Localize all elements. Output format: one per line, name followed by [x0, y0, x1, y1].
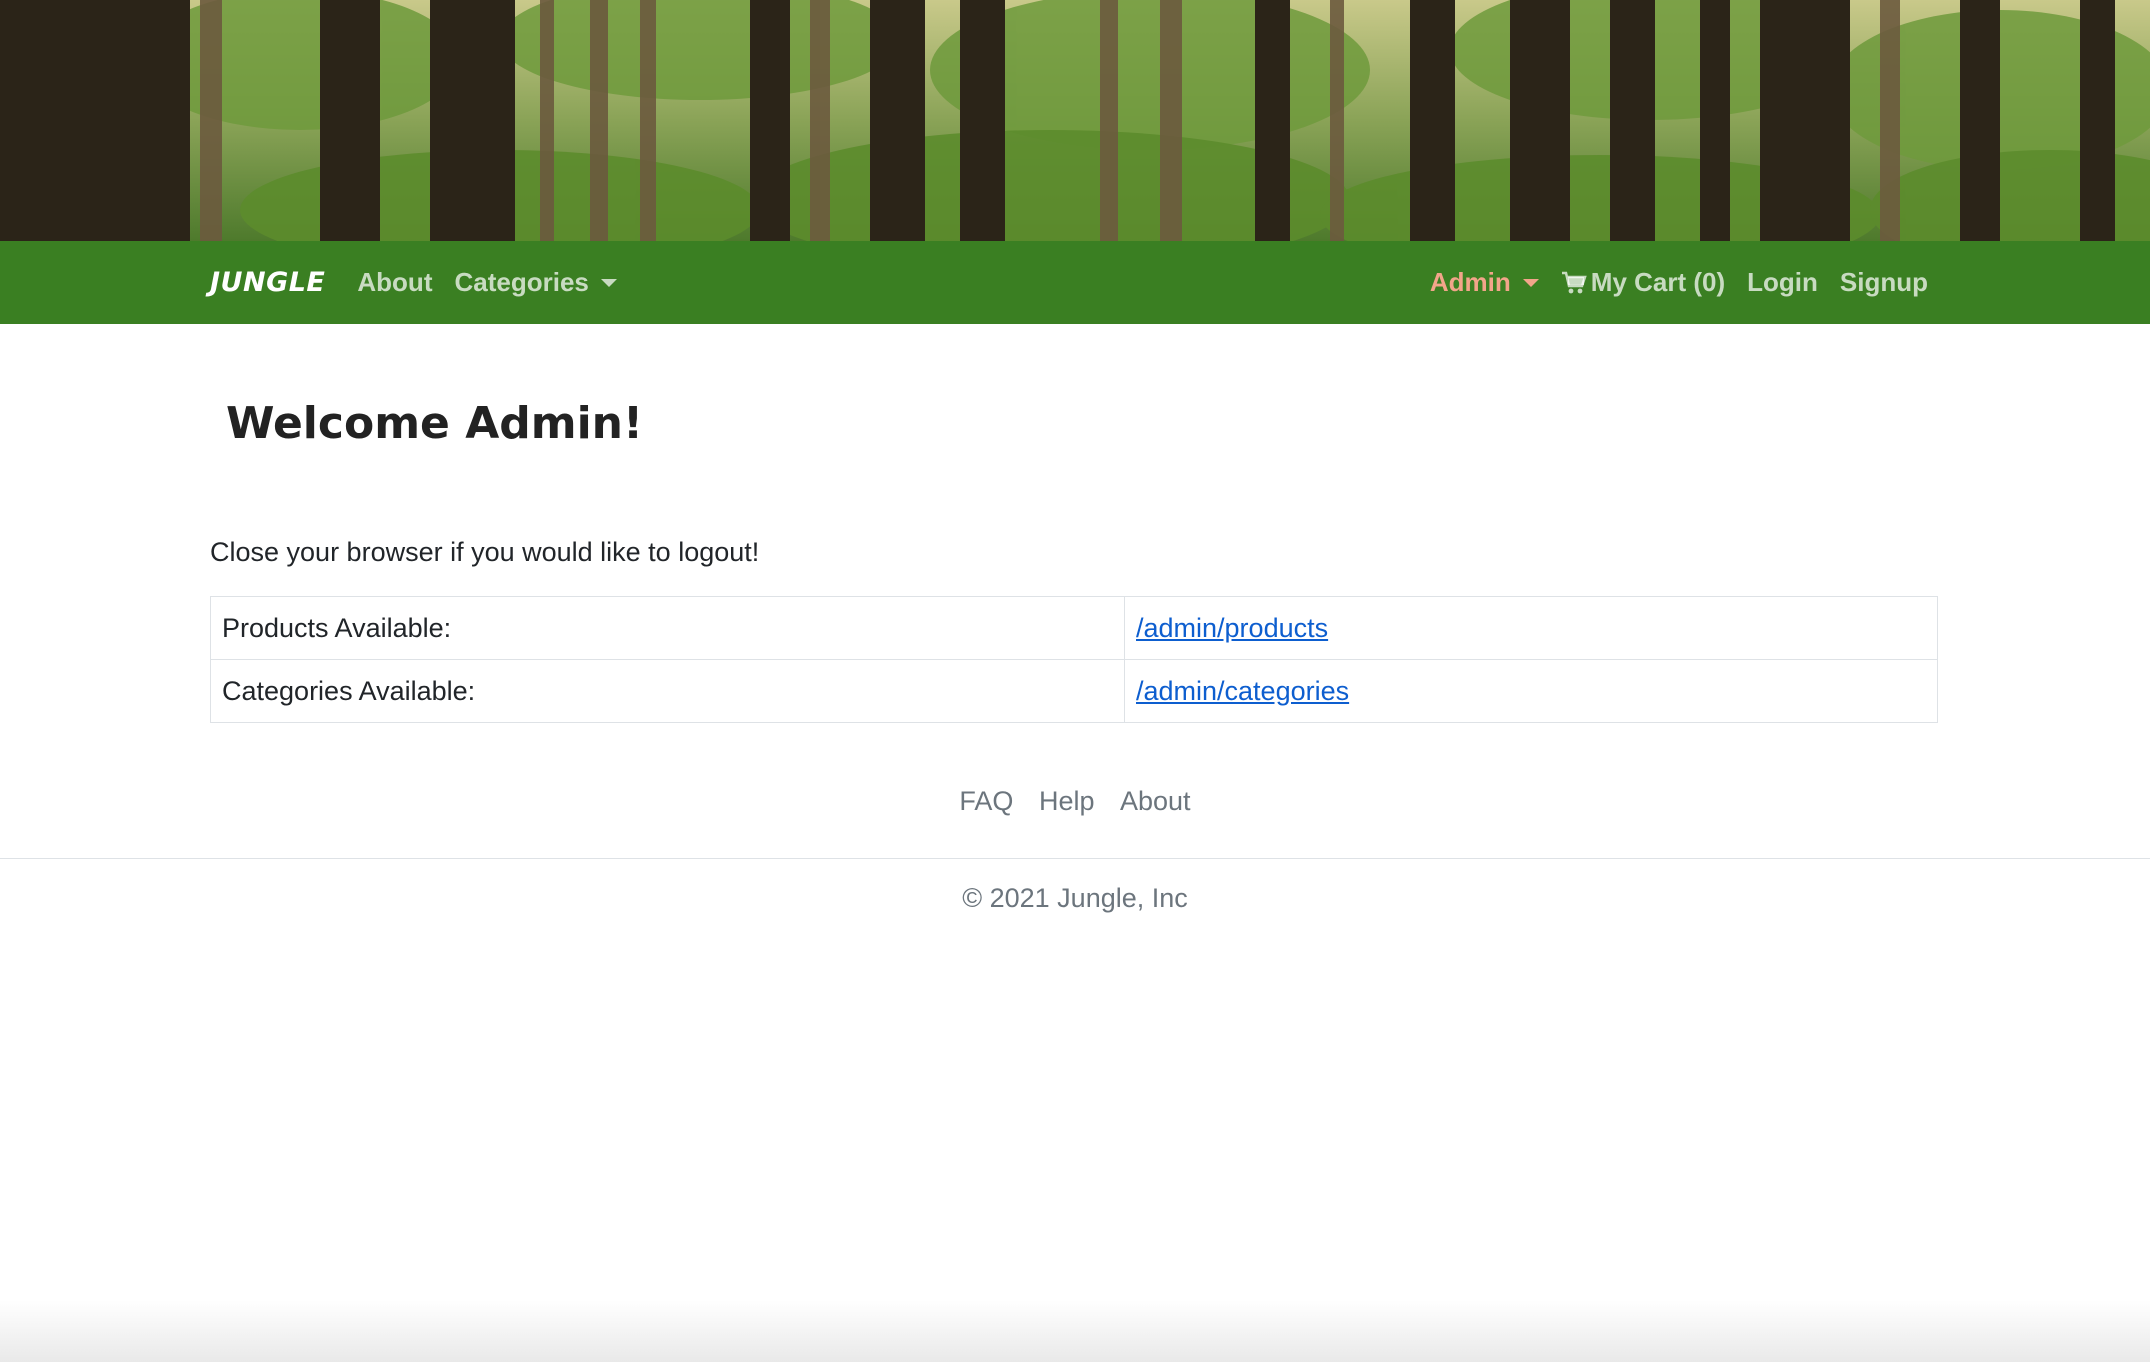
nav-about-link[interactable]: About: [357, 267, 432, 298]
nav-signup-link[interactable]: Signup: [1840, 267, 1928, 298]
nav-categories-label: Categories: [454, 267, 589, 297]
row-label: Categories Available:: [210, 659, 1125, 723]
hero-banner: [0, 0, 2150, 241]
admin-links-table: Products Available: /admin/products Cate…: [210, 596, 1938, 723]
row-link-cell: /admin/categories: [1124, 659, 1938, 723]
admin-categories-link[interactable]: /admin/categories: [1136, 676, 1349, 706]
footer-help-link[interactable]: Help: [1039, 786, 1095, 816]
footer-about-link[interactable]: About: [1120, 786, 1191, 816]
navbar-right: Admin My Cart (0) Login Signup: [1408, 241, 1928, 324]
forest-banner-image: [0, 0, 2150, 241]
nav-cart-link[interactable]: My Cart (0): [1561, 267, 1725, 298]
nav-cart-label: My Cart (0): [1590, 267, 1726, 297]
chevron-down-icon: [1522, 278, 1539, 287]
footer-divider: [0, 858, 2150, 859]
copyright-text: © 2021 Jungle, Inc: [962, 883, 1188, 913]
row-link-cell: /admin/products: [1124, 596, 1938, 660]
brand-logo[interactable]: JUNGLE: [210, 267, 325, 298]
nav-admin-dropdown[interactable]: Admin: [1430, 267, 1539, 298]
row-label: Products Available:: [210, 596, 1125, 660]
nav-admin-label: Admin: [1429, 267, 1511, 297]
footer-faq-link[interactable]: FAQ: [959, 786, 1013, 816]
navbar-left: JUNGLE About Categories: [210, 241, 639, 324]
logout-note: Close your browser if you would like to …: [210, 537, 760, 567]
bottom-shadow: [0, 1300, 2150, 1362]
nav-login-link[interactable]: Login: [1747, 267, 1818, 298]
navbar: JUNGLE About Categories Admin My Cart (0…: [0, 241, 2150, 324]
nav-categories-dropdown[interactable]: Categories: [454, 267, 617, 298]
footer-links: FAQ Help About: [0, 786, 2150, 817]
chevron-down-icon: [600, 278, 617, 287]
shopping-cart-icon: [1561, 271, 1587, 293]
table-row: Products Available: /admin/products: [210, 596, 1938, 660]
page-title: Welcome Admin!: [226, 398, 644, 449]
admin-products-link[interactable]: /admin/products: [1136, 613, 1328, 643]
table-row: Categories Available: /admin/categories: [210, 659, 1938, 723]
